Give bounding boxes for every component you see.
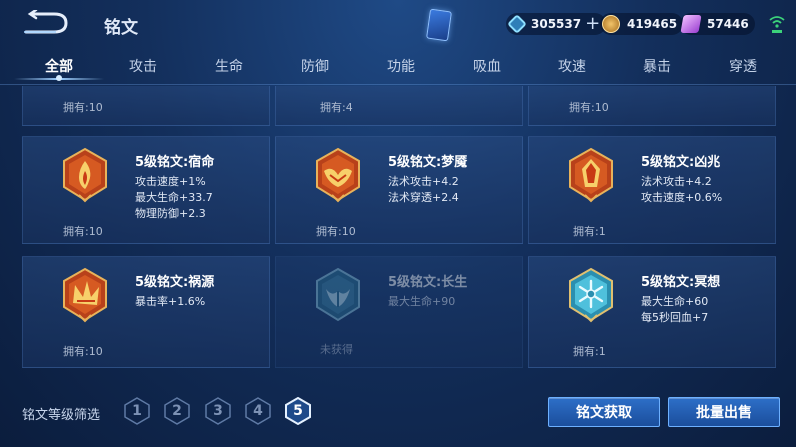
gem-icon: [680, 15, 702, 33]
rune-stat: 攻击速度+0.6%: [641, 191, 723, 204]
rune-card[interactable]: 5级铭文:宿命 攻击速度+1% 最大生命+33.7 物理防御+2.3 拥有:10: [22, 136, 270, 244]
add-diamond-icon[interactable]: +: [585, 15, 600, 33]
gold-coin-icon: [602, 15, 620, 33]
bulk-sell-button[interactable]: 批量出售: [668, 397, 780, 427]
owned-count: 拥有:10: [63, 101, 103, 114]
level-filter-label-2: 2: [172, 403, 182, 419]
owned-count: 拥有:10: [63, 225, 103, 238]
wifi-signal-icon: [769, 16, 785, 33]
tab-crit[interactable]: 暴击: [627, 56, 687, 76]
rune-stat: 每5秒回血+7: [641, 311, 709, 324]
wing-emblem-icon: [316, 147, 360, 203]
rune-stat: 最大生命+60: [641, 295, 709, 308]
level-filter-label: 铭文等级筛选: [22, 408, 101, 423]
fan-emblem-icon: [63, 267, 107, 323]
rune-name: 5级铭文:长生: [388, 275, 468, 290]
rune-stat: 法术穿透+2.4: [388, 191, 459, 204]
owned-count: 拥有:10: [63, 345, 103, 358]
category-tabs: 全部 攻击 生命 防御 功能 吸血 攻速 暴击 穿透: [0, 50, 796, 84]
level-filter-label-3: 3: [213, 403, 223, 419]
level-filter-1[interactable]: 1: [124, 397, 150, 425]
tab-all[interactable]: 全部: [29, 56, 89, 76]
diamond-currency: 305537 +: [506, 13, 607, 35]
rune-stat: 最大生命+90: [388, 295, 456, 308]
owned-count: 拥有:1: [573, 225, 606, 238]
rune-card[interactable]: 5级铭文:祸源 暴击率+1.6% 拥有:10: [22, 256, 270, 368]
flame-emblem-icon: [63, 147, 107, 203]
rune-stat: 法术攻击+4.2: [388, 175, 459, 188]
owned-count: 拥有:4: [320, 101, 353, 114]
rune-stat: 最大生命+33.7: [135, 191, 213, 204]
gold-currency: 419465: [600, 13, 684, 35]
owned-count: 拥有:10: [569, 101, 609, 114]
crystal-emblem-icon: [569, 147, 613, 203]
rune-card-locked[interactable]: 5级铭文:长生 最大生命+90 未获得: [275, 256, 523, 368]
rune-card-partial[interactable]: 拥有:10: [528, 86, 776, 126]
owned-count: 拥有:10: [316, 225, 356, 238]
owned-status: 未获得: [320, 343, 353, 356]
tab-attack[interactable]: 攻击: [113, 56, 173, 76]
level-filter-label-1: 1: [132, 403, 142, 419]
diamond-icon: [507, 14, 527, 34]
back-arrow-icon[interactable]: [22, 10, 72, 36]
rune-grid[interactable]: 拥有:10 拥有:4 拥有:10 5级铭文:宿命 攻击速度+1% 最大生命+33…: [0, 86, 796, 376]
rune-name: 5级铭文:宿命: [135, 155, 215, 170]
level-filter-label-5: 5: [293, 403, 303, 419]
rune-card-partial[interactable]: 拥有:4: [275, 86, 523, 126]
tabs-divider: [0, 84, 796, 85]
tab-health[interactable]: 生命: [199, 56, 259, 76]
rune-name: 5级铭文:冥想: [641, 275, 721, 290]
rune-stat: 物理防御+2.3: [135, 207, 206, 220]
level-filter-2[interactable]: 2: [164, 397, 190, 425]
page-title: 铭文: [104, 18, 138, 38]
acquire-rune-button[interactable]: 铭文获取: [548, 397, 660, 427]
rune-stat: 攻击速度+1%: [135, 175, 206, 188]
tab-penetration[interactable]: 穿透: [713, 56, 773, 76]
tail-emblem-icon: [316, 267, 360, 322]
rune-stat: 暴击率+1.6%: [135, 295, 206, 308]
snowflake-emblem-icon: [569, 267, 613, 323]
gold-value: 419465: [627, 17, 678, 31]
card-pack-icon[interactable]: [426, 8, 452, 42]
level-filter-5[interactable]: 5: [285, 397, 311, 425]
rune-card[interactable]: 5级铭文:凶兆 法术攻击+4.2 攻击速度+0.6% 拥有:1: [528, 136, 776, 244]
rune-card[interactable]: 5级铭文:梦魇 法术攻击+4.2 法术穿透+2.4 拥有:10: [275, 136, 523, 244]
gem-currency: 57446: [680, 13, 755, 35]
tab-attack-speed[interactable]: 攻速: [542, 56, 602, 76]
rune-stat: 法术攻击+4.2: [641, 175, 712, 188]
level-filter-label-4: 4: [253, 403, 263, 419]
rune-card[interactable]: 5级铭文:冥想 最大生命+60 每5秒回血+7 拥有:1: [528, 256, 776, 368]
level-filter-4[interactable]: 4: [245, 397, 271, 425]
rune-name: 5级铭文:祸源: [135, 275, 215, 290]
rune-name: 5级铭文:凶兆: [641, 155, 721, 170]
level-filter-3[interactable]: 3: [205, 397, 231, 425]
gem-value: 57446: [707, 17, 749, 31]
rune-name: 5级铭文:梦魇: [388, 155, 468, 170]
tab-lifesteal[interactable]: 吸血: [457, 56, 517, 76]
top-bar: 铭文 305537 + 419465 57446: [0, 0, 796, 48]
rune-card-partial[interactable]: 拥有:10: [22, 86, 270, 126]
owned-count: 拥有:1: [573, 345, 606, 358]
tab-function[interactable]: 功能: [371, 56, 431, 76]
diamond-value: 305537: [531, 17, 582, 31]
active-tab-dot: [56, 75, 62, 81]
tab-defense[interactable]: 防御: [285, 56, 345, 76]
